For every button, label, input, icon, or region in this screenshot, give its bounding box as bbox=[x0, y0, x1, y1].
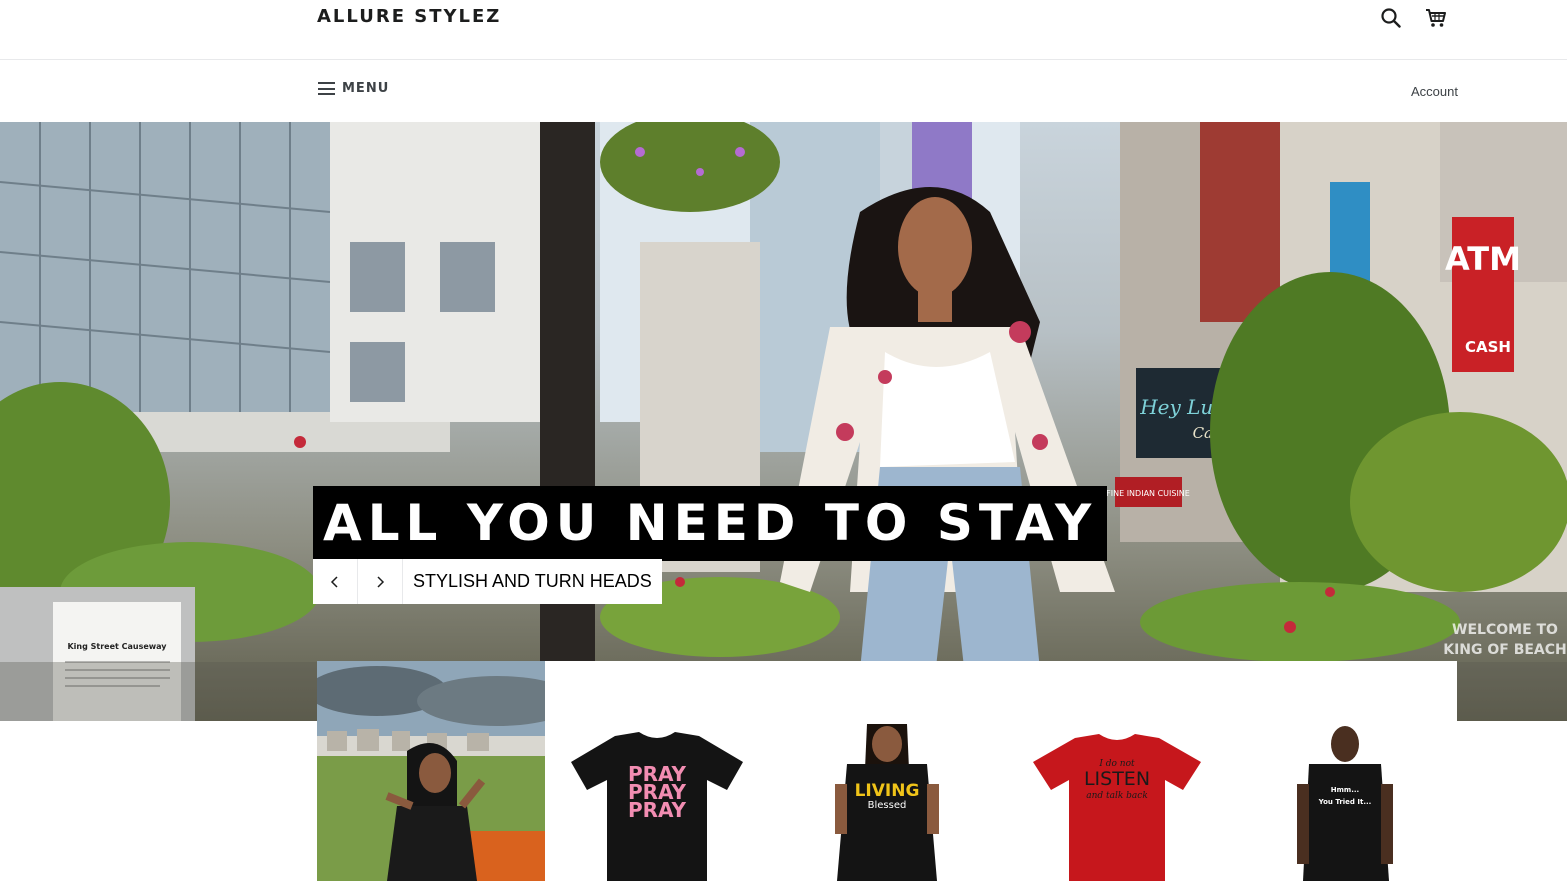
collection-feature-image[interactable] bbox=[317, 661, 545, 881]
product-card-pray[interactable]: PRAY PRAY PRAY bbox=[567, 724, 747, 881]
svg-text:LISTEN: LISTEN bbox=[1084, 768, 1150, 790]
svg-text:PRAY: PRAY bbox=[628, 798, 687, 822]
featured-collection: PRAY PRAY PRAY LIVING Blessed I do not L… bbox=[317, 661, 1457, 881]
svg-text:CASH: CASH bbox=[1465, 338, 1511, 356]
chevron-right-icon bbox=[377, 575, 385, 588]
slide-subtitle: STYLISH AND TURN HEADS bbox=[403, 559, 662, 604]
site-nav: MENU Account bbox=[0, 60, 1567, 122]
account-link[interactable]: Account bbox=[1411, 84, 1458, 99]
svg-text:and talk back: and talk back bbox=[1086, 791, 1148, 801]
search-icon[interactable] bbox=[1379, 6, 1403, 30]
site-header: ALLURE STYLEZ bbox=[0, 0, 1567, 60]
hero-background-image: ATM CASH Hey Lucy Cafe FINE INDIAN CUISI… bbox=[0, 122, 1567, 721]
cart-icon[interactable] bbox=[1424, 6, 1448, 30]
svg-text:ATM: ATM bbox=[1445, 240, 1521, 278]
svg-text:LIVING: LIVING bbox=[855, 781, 920, 801]
svg-text:Hmm...: Hmm... bbox=[1331, 786, 1359, 794]
next-slide-button[interactable] bbox=[358, 559, 403, 604]
previous-slide-button[interactable] bbox=[313, 559, 358, 604]
svg-text:WELCOME TO: WELCOME TO bbox=[1452, 622, 1558, 638]
hamburger-icon bbox=[318, 82, 335, 95]
svg-text:King Street Causeway: King Street Causeway bbox=[67, 642, 167, 651]
svg-text:FINE INDIAN CUISINE: FINE INDIAN CUISINE bbox=[1106, 489, 1190, 498]
menu-button[interactable]: MENU bbox=[318, 81, 389, 96]
svg-text:KING OF BEACH: KING OF BEACH bbox=[1443, 642, 1567, 658]
product-card-listen[interactable]: I do not LISTEN and talk back bbox=[1027, 724, 1207, 881]
menu-label: MENU bbox=[342, 81, 390, 96]
svg-text:Blessed: Blessed bbox=[868, 800, 907, 811]
chevron-left-icon bbox=[330, 575, 338, 588]
slide-title: ALL YOU NEED TO STAY bbox=[313, 486, 1108, 561]
hero-slideshow: ATM CASH Hey Lucy Cafe FINE INDIAN CUISI… bbox=[0, 122, 1567, 721]
slide-controls: STYLISH AND TURN HEADS bbox=[313, 559, 662, 604]
product-card-hmm[interactable]: Hmm... You Tried It... bbox=[1257, 724, 1437, 881]
svg-text:You Tried It...: You Tried It... bbox=[1318, 798, 1372, 806]
store-logo[interactable]: ALLURE STYLEZ bbox=[317, 6, 501, 27]
product-card-living-blessed[interactable]: LIVING Blessed bbox=[797, 724, 977, 881]
